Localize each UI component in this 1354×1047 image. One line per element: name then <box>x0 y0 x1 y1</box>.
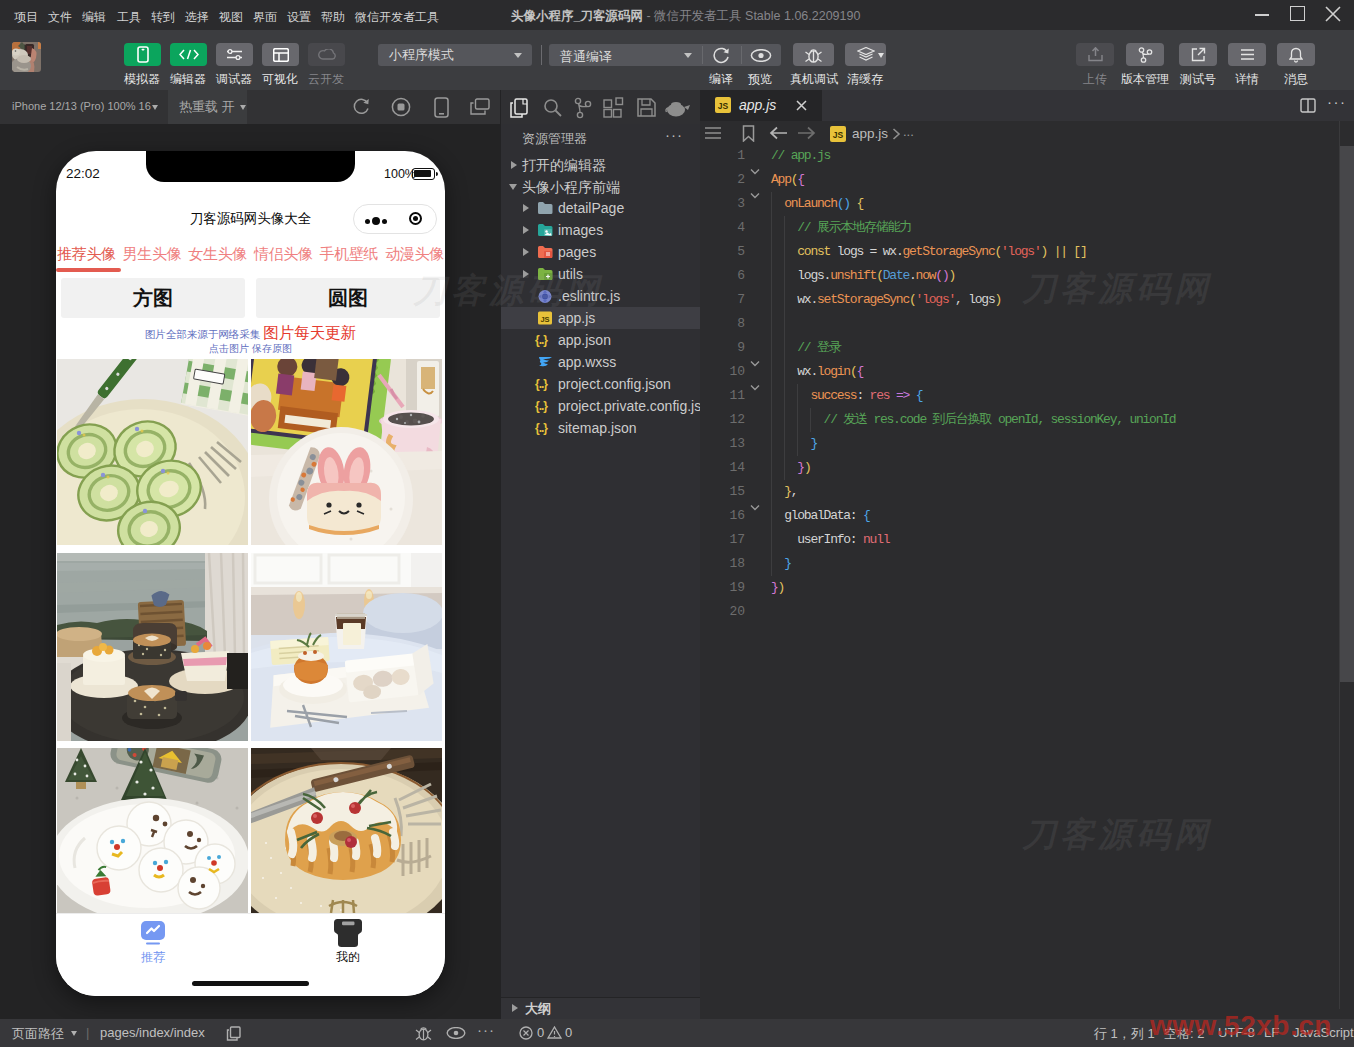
svg-text:JS: JS <box>540 315 549 324</box>
